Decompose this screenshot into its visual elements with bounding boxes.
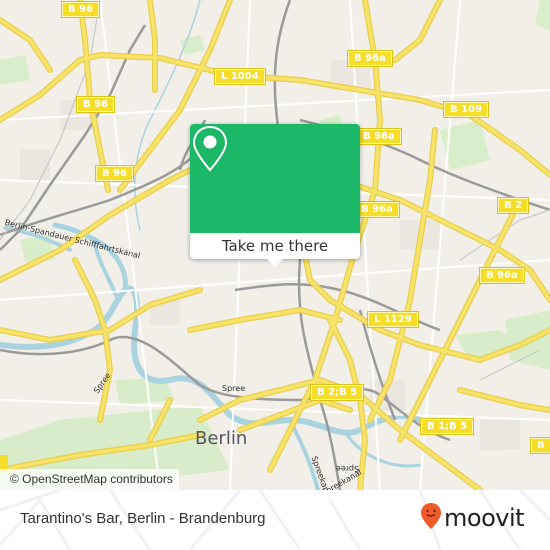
road-label: B 96 (94, 165, 135, 182)
road-label: B 96a (347, 50, 393, 67)
road-label: B 96 (60, 1, 101, 18)
road-label: L 1129 (367, 311, 419, 328)
road-label: B 2 (496, 197, 530, 214)
city-label: Berlin (195, 428, 248, 449)
map-attribution[interactable]: © OpenStreetMap contributors (0, 469, 179, 490)
road-label: B 1;B 5 (419, 418, 475, 435)
popup-tail (267, 259, 283, 267)
moovit-logo[interactable]: moovit (420, 502, 525, 534)
road-label: B 96 (75, 96, 116, 113)
moovit-pin-icon (420, 502, 442, 534)
place-name: Tarantino's Bar, Berlin - Brandenburg (20, 510, 266, 527)
road-label: B 109 (443, 101, 489, 118)
road-label: B 96a (479, 267, 525, 284)
road-marker-edge (0, 455, 8, 469)
footer: Tarantino's Bar, Berlin - Brandenburg mo… (0, 490, 550, 550)
location-popup: Take me there (190, 124, 360, 267)
map[interactable]: B 96 L 1004 B 96 B 96 B 96a B 109 B 96a … (0, 0, 550, 490)
road-label: B 2;B 5 (309, 384, 365, 401)
take-me-there-button[interactable]: Take me there (190, 233, 360, 259)
popup-header (190, 124, 360, 233)
moovit-wordmark: moovit (444, 504, 525, 532)
road-label: B (530, 437, 550, 454)
road-label: L 1004 (214, 68, 266, 85)
water-label: Spree (222, 384, 246, 393)
